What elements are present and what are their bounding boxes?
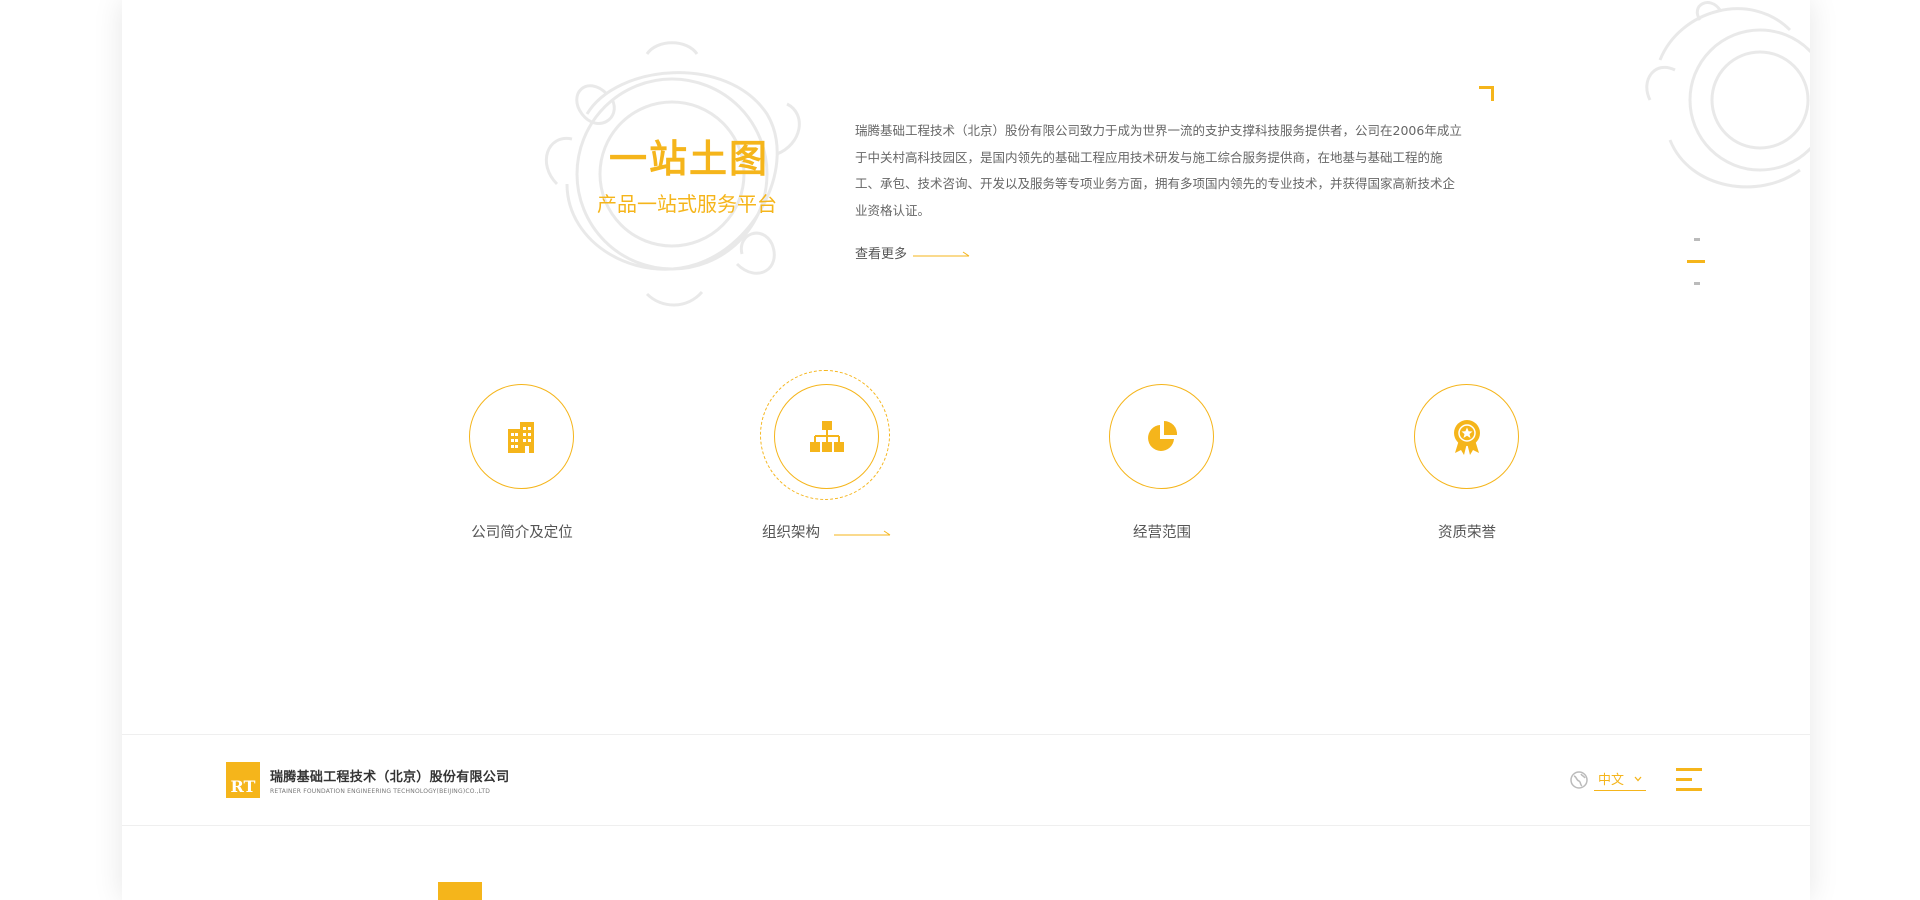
corner-accent xyxy=(1479,86,1494,101)
slide-pager[interactable] xyxy=(1687,238,1707,286)
arrow-right-icon xyxy=(834,530,891,535)
hero-subtitle: 产品一站式服务平台 xyxy=(597,192,777,216)
icon-ring xyxy=(774,384,879,489)
view-more-link[interactable]: 查看更多 xyxy=(855,243,971,262)
pager-dot[interactable] xyxy=(1694,238,1700,241)
feature-label: 经营范围 xyxy=(1133,525,1191,541)
logo-mark-icon xyxy=(438,882,482,900)
company-intro-text: 瑞腾基础工程技术（北京）股份有限公司致力于成为世界一流的支护支撑科技服务提供者，… xyxy=(855,123,1462,218)
company-logo[interactable]: RT 瑞腾基础工程技术（北京）股份有限公司 RETAINER FOUNDATIO… xyxy=(226,762,509,798)
award-badge-icon xyxy=(1453,419,1480,455)
arrow-right-icon xyxy=(913,251,970,256)
divider xyxy=(122,734,1810,735)
divider xyxy=(122,825,1810,826)
hero-title: 一站土图 xyxy=(608,137,769,181)
floral-ornament-icon xyxy=(1645,1,1810,189)
building-icon xyxy=(507,421,534,453)
logo-mark-icon: RT xyxy=(226,762,260,798)
language-label: 中文 xyxy=(1598,773,1625,788)
chevron-down-icon xyxy=(1634,776,1642,781)
pager-dot-active[interactable] xyxy=(1687,260,1705,263)
org-chart-icon xyxy=(809,420,844,452)
page-container: 一站土图 产品一站式服务平台 瑞腾基础工程技术（北京）股份有限公司致力于成为世界… xyxy=(122,0,1810,900)
company-name-en: RETAINER FOUNDATION ENGINEERING TECHNOLO… xyxy=(270,787,491,795)
feature-business-scope[interactable]: 经营范围 xyxy=(1062,383,1262,542)
pager-dot[interactable] xyxy=(1694,282,1700,285)
feature-honors[interactable]: 资质荣誉 xyxy=(1367,383,1567,542)
feature-label: 资质荣誉 xyxy=(1438,525,1496,541)
globe-icon xyxy=(1570,771,1588,789)
feature-label: 公司简介及定位 xyxy=(471,525,573,541)
icon-ring xyxy=(1414,384,1519,489)
view-more-label: 查看更多 xyxy=(855,247,908,262)
company-name: 瑞腾基础工程技术（北京）股份有限公司 xyxy=(270,769,510,785)
icon-ring xyxy=(469,384,574,489)
feature-org-structure[interactable]: 组织架构 xyxy=(727,370,927,542)
feature-label: 组织架构 xyxy=(762,525,820,541)
pie-chart-icon xyxy=(1147,420,1177,451)
language-switcher[interactable]: 中文 xyxy=(1570,769,1647,791)
logo-letters: RT xyxy=(230,777,256,796)
icon-ring xyxy=(1109,384,1214,489)
feature-company-profile[interactable]: 公司简介及定位 xyxy=(422,383,622,542)
menu-icon[interactable] xyxy=(1676,766,1704,794)
